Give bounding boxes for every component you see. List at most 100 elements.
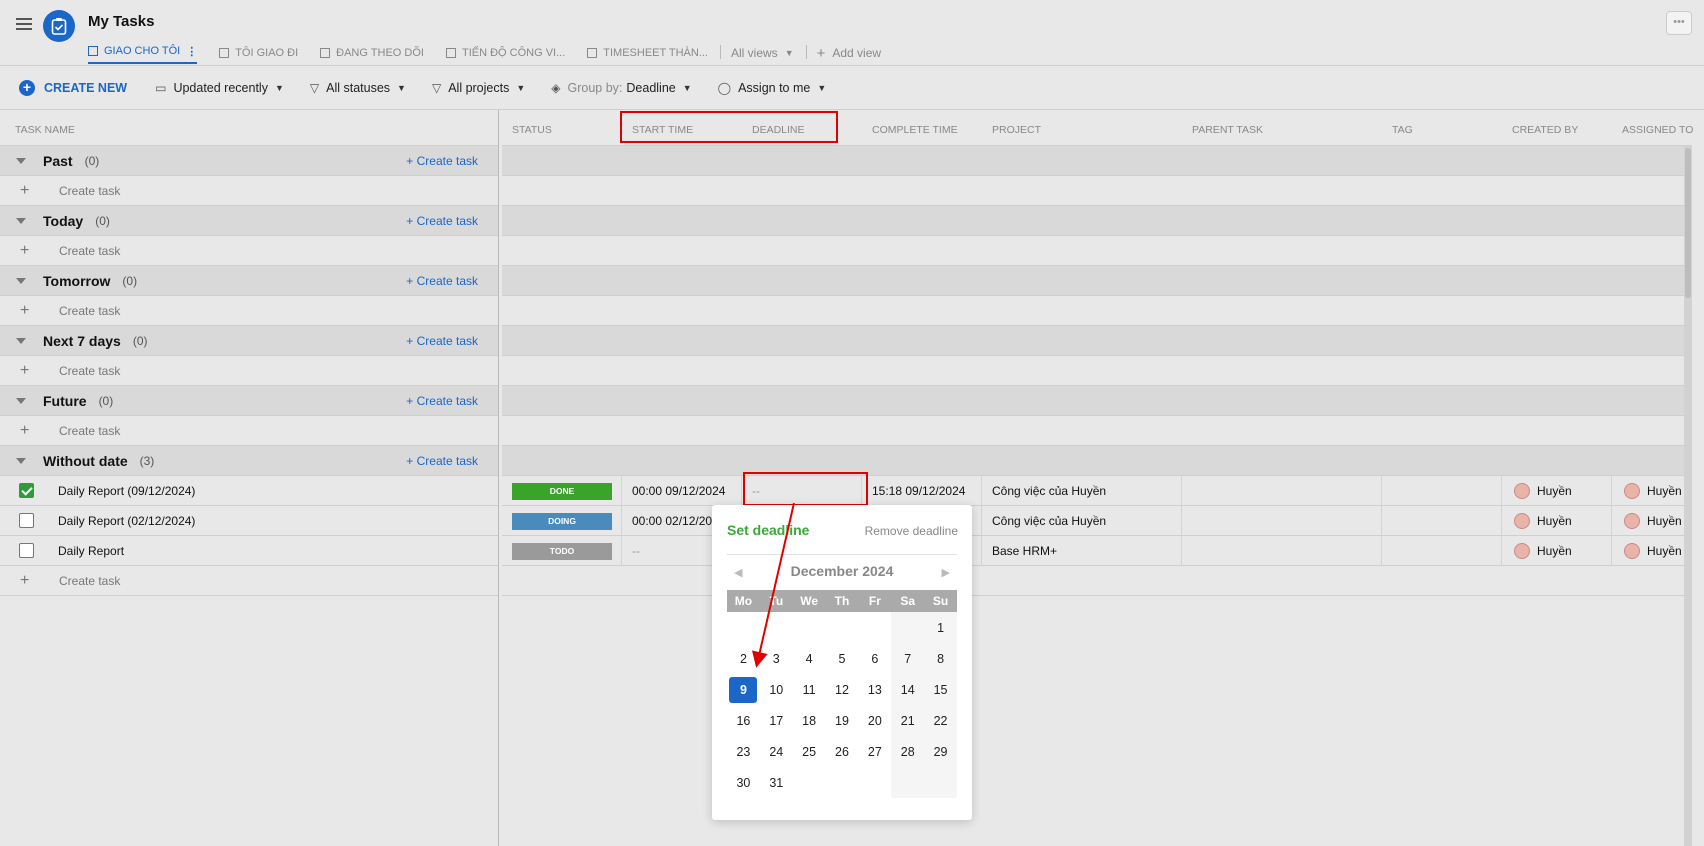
group-header-future[interactable]: Future (0) + Create task <box>0 386 498 416</box>
calendar-day[interactable]: 23 <box>727 736 760 767</box>
calendar-day[interactable]: 15 <box>924 674 957 705</box>
kebab-icon[interactable]: ⋮ <box>186 45 197 58</box>
calendar-day[interactable]: 10 <box>760 674 793 705</box>
vertical-scrollbar[interactable] <box>1684 146 1692 846</box>
collapse-triangle-icon[interactable] <box>16 157 26 164</box>
collapse-triangle-icon[interactable] <box>16 217 26 224</box>
calendar-day[interactable]: 25 <box>793 736 826 767</box>
collapse-triangle-icon[interactable] <box>16 457 26 464</box>
column-header-project[interactable]: PROJECT <box>992 124 1041 136</box>
task-checkbox[interactable] <box>19 513 34 528</box>
project-cell[interactable]: Công việc của Huyền <box>992 484 1106 498</box>
task-row[interactable]: Daily Report (09/12/2024) <box>0 476 498 506</box>
calendar-day[interactable]: 26 <box>826 736 859 767</box>
create-task-link[interactable]: + Create task <box>406 214 478 228</box>
calendar-day[interactable]: 24 <box>760 736 793 767</box>
group-header-past[interactable]: Past (0) + Create task <box>0 146 498 176</box>
calendar-day[interactable]: 22 <box>924 705 957 736</box>
column-header-task-name[interactable]: TASK NAME <box>0 110 498 146</box>
calendar-day[interactable]: 4 <box>793 643 826 674</box>
calendar-day[interactable]: 31 <box>760 767 793 798</box>
column-header-assigned-to[interactable]: ASSIGNED TO <box>1622 124 1693 136</box>
created-by-cell[interactable]: Huyền <box>1537 544 1572 558</box>
calendar-day[interactable]: 17 <box>760 705 793 736</box>
calendar-day[interactable]: 6 <box>858 643 891 674</box>
column-header-parent-task[interactable]: PARENT TASK <box>1192 124 1263 136</box>
project-cell[interactable]: Công việc của Huyền <box>992 514 1106 528</box>
create-task-row[interactable]: + Create task <box>0 416 498 446</box>
column-header-complete-time[interactable]: COMPLETE TIME <box>872 124 958 136</box>
collapse-triangle-icon[interactable] <box>16 337 26 344</box>
start-time-cell[interactable]: 00:00 09/12/2024 <box>632 484 725 498</box>
tab-tien-do-cong-viec[interactable]: TIẾN ĐỘ CÔNG VI... <box>445 42 565 64</box>
scrollbar-thumb[interactable] <box>1685 148 1691 298</box>
remove-deadline-button[interactable]: Remove deadline <box>865 524 958 538</box>
task-name[interactable]: Daily Report (02/12/2024) <box>58 514 195 528</box>
create-task-link[interactable]: + Create task <box>406 274 478 288</box>
group-header-tomorrow[interactable]: Tomorrow (0) + Create task <box>0 266 498 296</box>
calendar-day[interactable]: 7 <box>891 643 924 674</box>
project-cell[interactable]: Base HRM+ <box>992 544 1057 558</box>
status-badge[interactable]: DOING <box>512 513 612 530</box>
calendar-day[interactable]: 3 <box>760 643 793 674</box>
calendar-day[interactable]: 30 <box>727 767 760 798</box>
create-task-row[interactable]: + Create task <box>0 176 498 206</box>
tab-giao-cho-toi[interactable]: GIAO CHO TÔI ⋮ <box>88 42 198 64</box>
calendar-day[interactable]: 12 <box>826 674 859 705</box>
create-task-row[interactable]: + Create task <box>0 296 498 326</box>
hamburger-menu-icon[interactable] <box>16 18 32 30</box>
status-badge[interactable]: TODO <box>512 543 612 560</box>
column-header-created-by[interactable]: CREATED BY <box>1512 124 1578 136</box>
calendar-day[interactable]: 27 <box>858 736 891 767</box>
calendar-day[interactable]: 5 <box>826 643 859 674</box>
created-by-cell[interactable]: Huyền <box>1537 514 1572 528</box>
task-name[interactable]: Daily Report <box>58 544 124 558</box>
group-by-dropdown[interactable]: ◈ Group by: Deadline ▼ <box>551 81 691 95</box>
calendar-day[interactable]: 28 <box>891 736 924 767</box>
task-checkbox[interactable] <box>19 543 34 558</box>
tab-timesheet[interactable]: TIMESHEET THÀN... <box>587 42 708 64</box>
create-new-button[interactable]: + CREATE NEW <box>19 79 127 96</box>
assign-dropdown[interactable]: ◯ Assign to me ▼ <box>718 81 827 95</box>
create-task-link[interactable]: + Create task <box>406 334 478 348</box>
calendar-day[interactable]: 20 <box>858 705 891 736</box>
create-task-link[interactable]: + Create task <box>406 394 478 408</box>
calendar-day[interactable]: 21 <box>891 705 924 736</box>
calendar-day[interactable]: 19 <box>826 705 859 736</box>
all-views-dropdown[interactable]: All views ▼ <box>731 42 794 64</box>
column-header-tag[interactable]: TAG <box>1392 124 1413 136</box>
start-time-cell[interactable]: -- <box>632 544 640 558</box>
tab-toi-giao-di[interactable]: TÔI GIAO ĐI <box>219 42 298 64</box>
calendar-day[interactable]: 13 <box>858 674 891 705</box>
tab-dang-theo-doi[interactable]: ĐANG THEO DÕI <box>320 42 424 64</box>
task-name[interactable]: Daily Report (09/12/2024) <box>58 484 195 498</box>
calendar-day[interactable]: 16 <box>727 705 760 736</box>
calendar-day[interactable]: 8 <box>924 643 957 674</box>
calendar-day[interactable]: 2 <box>727 643 760 674</box>
calendar-day[interactable]: 9 <box>727 674 760 705</box>
assigned-to-cell[interactable]: Huyền <box>1647 544 1682 558</box>
task-row[interactable]: Daily Report (02/12/2024) <box>0 506 498 536</box>
create-task-row[interactable]: + Create task <box>0 236 498 266</box>
calendar-day[interactable]: 11 <box>793 674 826 705</box>
next-month-icon[interactable]: ▶ <box>942 566 950 579</box>
group-header-without-date[interactable]: Without date (3) + Create task <box>0 446 498 476</box>
create-task-row[interactable]: + Create task <box>0 356 498 386</box>
collapse-triangle-icon[interactable] <box>16 277 26 284</box>
status-filter-dropdown[interactable]: ▽ All statuses ▼ <box>310 81 406 95</box>
status-badge[interactable]: DONE <box>512 483 612 500</box>
created-by-cell[interactable]: Huyền <box>1537 484 1572 498</box>
task-checkbox[interactable] <box>19 483 34 498</box>
calendar-day[interactable]: 14 <box>891 674 924 705</box>
task-row[interactable]: Daily Report <box>0 536 498 566</box>
create-task-link[interactable]: + Create task <box>406 154 478 168</box>
create-task-link[interactable]: + Create task <box>406 454 478 468</box>
complete-time-cell[interactable]: 15:18 09/12/2024 <box>872 484 965 498</box>
calendar-day[interactable]: 18 <box>793 705 826 736</box>
collapse-triangle-icon[interactable] <box>16 397 26 404</box>
calendar-day[interactable]: 1 <box>924 612 957 643</box>
create-task-row[interactable]: + Create task <box>0 566 498 596</box>
project-filter-dropdown[interactable]: ▽ All projects ▼ <box>432 81 525 95</box>
assigned-to-cell[interactable]: Huyền <box>1647 484 1682 498</box>
assigned-to-cell[interactable]: Huyền <box>1647 514 1682 528</box>
